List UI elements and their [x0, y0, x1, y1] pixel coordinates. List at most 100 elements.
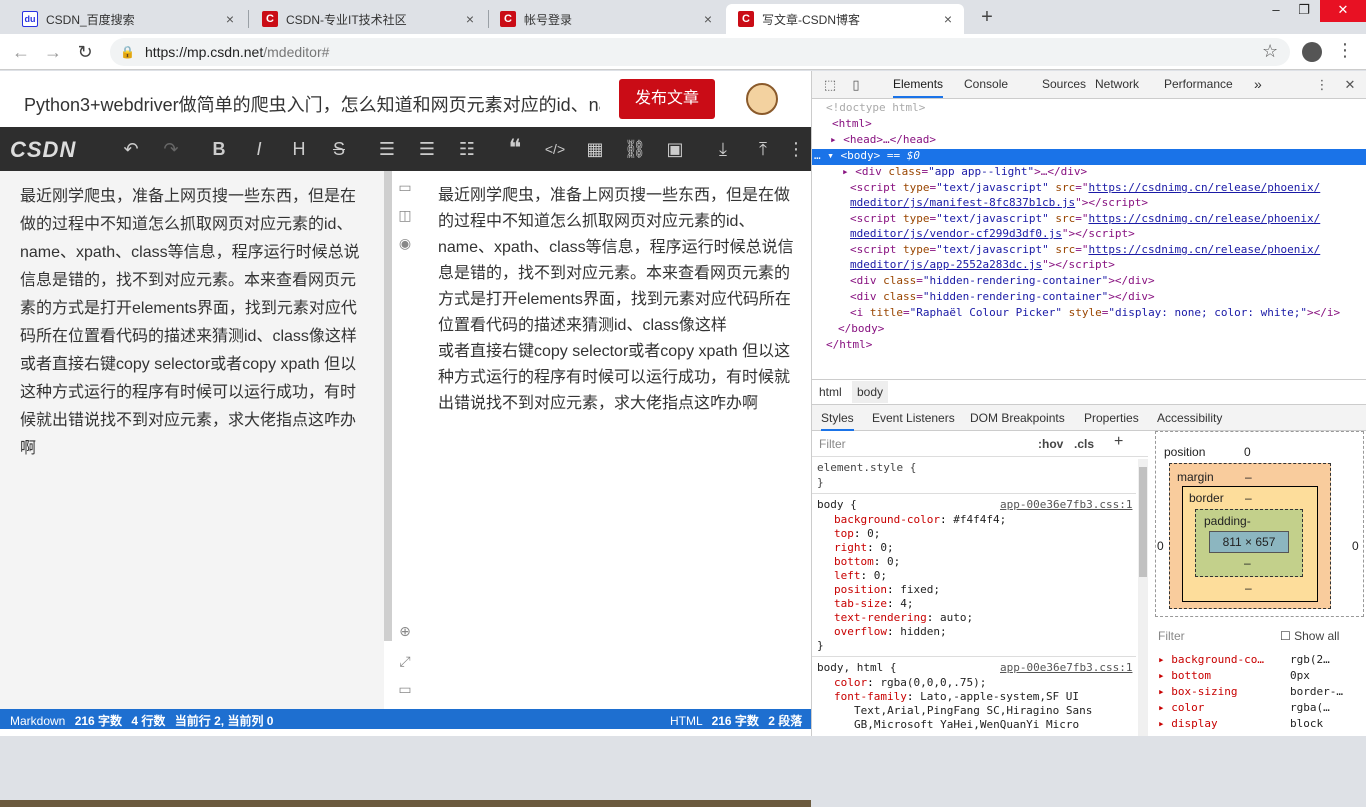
device-toolbar-icon[interactable]: ▯: [848, 77, 864, 93]
devtools-menu-icon[interactable]: ⋮: [1314, 77, 1330, 93]
tab-console[interactable]: Console: [964, 71, 1008, 98]
markdown-text[interactable]: 最近刚学爬虫，准备上网页搜一些东西，但是在做的过程中不知道怎么抓取网页对应元素的…: [20, 183, 366, 463]
subtab-properties[interactable]: Properties: [1084, 411, 1139, 425]
computed-property-row[interactable]: ▸ background-co… rgb(2…: [1158, 653, 1330, 666]
body-html-rule-source-link[interactable]: app-00e36e7fb3.css:1: [1000, 661, 1132, 674]
dom-head[interactable]: ▸ <head>…</head>: [830, 133, 936, 146]
body-rule-source-link[interactable]: app-00e36e7fb3.css:1: [1000, 498, 1132, 511]
close-window-button[interactable]: ✕: [1320, 0, 1366, 22]
dom-script-manifest[interactable]: <script type="text/javascript" src="http…: [850, 181, 1320, 194]
css-property-row[interactable]: bottom: 0;: [834, 555, 900, 568]
new-tab-button[interactable]: +: [976, 6, 998, 28]
link-icon[interactable]: ⛓: [622, 137, 648, 161]
tab-sources[interactable]: Sources: [1042, 71, 1086, 98]
subtab-dom-breakpoints[interactable]: DOM Breakpoints: [970, 411, 1065, 425]
breadcrumb-body[interactable]: body: [852, 381, 889, 403]
computed-property-row[interactable]: ▸ box-sizing border-…: [1158, 685, 1343, 698]
css-property-row[interactable]: left: 0;: [834, 569, 887, 582]
more-tabs-icon[interactable]: »: [1254, 71, 1262, 98]
styles-scrollbar[interactable]: [1138, 459, 1148, 736]
restore-button[interactable]: ❐: [1290, 0, 1318, 22]
url-input[interactable]: 🔒 https://mp.csdn.net /mdeditor#: [110, 38, 1290, 66]
dom-body-close[interactable]: </body>: [838, 322, 884, 335]
directory-icon[interactable]: ▭: [396, 179, 414, 197]
italic-icon[interactable]: I: [246, 137, 272, 161]
more-icon[interactable]: ⋮: [786, 137, 806, 161]
subtab-accessibility[interactable]: Accessibility: [1157, 411, 1222, 425]
tab-performance[interactable]: Performance: [1164, 71, 1233, 98]
heading-icon[interactable]: H: [286, 137, 312, 161]
dom-div-app[interactable]: ▸ <div class="app app--light">…</div>: [842, 165, 1087, 178]
css-property-row[interactable]: GB,Microsoft YaHei,WenQuanYi Micro: [854, 718, 1079, 731]
element-style-rule[interactable]: element.style {: [817, 461, 916, 474]
dom-hidden-div-2[interactable]: <div class="hidden-rendering-container">…: [850, 290, 1155, 303]
css-property-row[interactable]: position: fixed;: [834, 583, 940, 596]
css-property-row[interactable]: tab-size: 4;: [834, 597, 913, 610]
tab-csdn-home[interactable]: C CSDN-专业IT技术社区 ×: [250, 4, 486, 34]
help-icon[interactable]: ▭: [396, 681, 414, 699]
css-property-row[interactable]: top: 0;: [834, 527, 880, 540]
preview-eye-icon[interactable]: ◉: [396, 235, 414, 253]
close-devtools-icon[interactable]: ✕: [1342, 77, 1358, 93]
close-icon[interactable]: ×: [222, 11, 238, 27]
tab-baidu-search[interactable]: du CSDN_百度搜索 ×: [10, 4, 246, 34]
undo-icon[interactable]: ↶: [118, 137, 144, 161]
tab-login[interactable]: C 帐号登录 ×: [488, 4, 724, 34]
user-avatar[interactable]: [746, 83, 778, 115]
tab-write-article[interactable]: C 写文章-CSDN博客 ×: [726, 4, 964, 34]
split-view-icon[interactable]: ◫: [396, 207, 414, 225]
inspect-element-icon[interactable]: ⬚: [822, 77, 838, 93]
tab-elements[interactable]: Elements: [893, 71, 944, 98]
css-property-row[interactable]: overflow: hidden;: [834, 625, 947, 638]
publish-button[interactable]: 发布文章: [619, 79, 715, 119]
redo-icon[interactable]: ↷: [158, 137, 184, 161]
article-title-input[interactable]: Python3+webdriver做简单的爬虫入门，怎么知道和网页元素对应的id…: [24, 91, 600, 117]
profile-avatar-icon[interactable]: [1302, 42, 1322, 62]
close-icon[interactable]: ×: [700, 11, 716, 27]
css-property-row[interactable]: Text,Arial,PingFang SC,Hiragino Sans: [854, 704, 1092, 717]
computed-property-row[interactable]: ▸ bottom 0px: [1158, 669, 1310, 682]
subtab-event-listeners[interactable]: Event Listeners: [872, 411, 955, 425]
styles-filter-input[interactable]: Filter: [819, 437, 846, 451]
dom-hidden-div-1[interactable]: <div class="hidden-rendering-container">…: [850, 274, 1155, 287]
menu-kebab-icon[interactable]: ⋮: [1336, 40, 1354, 61]
breadcrumb-html[interactable]: html: [819, 385, 842, 399]
css-property-row[interactable]: right: 0;: [834, 541, 894, 554]
sync-scroll-icon[interactable]: ⊕: [396, 623, 414, 641]
dom-body-selected[interactable]: … ▾ <body> == $0: [812, 149, 1366, 165]
download-icon[interactable]: ⤓: [710, 137, 736, 161]
upload-icon[interactable]: ⤒: [750, 137, 776, 161]
markdown-input-pane[interactable]: 最近刚学爬虫，准备上网页搜一些东西，但是在做的过程中不知道怎么抓取网页对应元素的…: [0, 171, 384, 709]
computed-property-row[interactable]: ▸ display block: [1158, 717, 1323, 730]
forward-icon[interactable]: →: [42, 41, 64, 63]
tab-network[interactable]: Network: [1095, 71, 1139, 98]
show-all-checkbox[interactable]: ☐ Show all: [1280, 629, 1339, 643]
fullscreen-icon[interactable]: ⤢: [396, 653, 414, 671]
computed-property-row[interactable]: ▸ color rgba(…: [1158, 701, 1330, 714]
close-icon[interactable]: ×: [462, 11, 478, 27]
css-property-row[interactable]: background-color: #f4f4f4;: [834, 513, 1006, 526]
editor-scrollbar[interactable]: [384, 171, 392, 641]
task-list-icon[interactable]: ☷: [454, 137, 480, 161]
table-icon[interactable]: ▦: [582, 137, 608, 161]
bold-icon[interactable]: B: [206, 137, 232, 161]
dom-script-vendor[interactable]: <script type="text/javascript" src="http…: [850, 212, 1320, 225]
dom-script-app[interactable]: <script type="text/javascript" src="http…: [850, 243, 1320, 256]
image-icon[interactable]: ▣: [662, 137, 688, 161]
bookmark-star-icon[interactable]: ☆: [1262, 41, 1278, 62]
close-icon[interactable]: ×: [940, 11, 956, 27]
dom-i-colour-picker[interactable]: <i title="Raphaël Colour Picker" style="…: [850, 306, 1340, 319]
new-rule-button[interactable]: +: [1114, 433, 1123, 451]
css-property-row[interactable]: text-rendering: auto;: [834, 611, 973, 624]
dom-html-close[interactable]: </html>: [826, 338, 872, 351]
subtab-styles[interactable]: Styles: [821, 411, 854, 431]
ordered-list-icon[interactable]: ☰: [414, 137, 440, 161]
unordered-list-icon[interactable]: ☰: [374, 137, 400, 161]
back-icon[interactable]: ←: [10, 41, 32, 63]
hov-toggle[interactable]: :hov: [1038, 437, 1063, 451]
css-property-row[interactable]: color: rgba(0,0,0,.75);: [834, 676, 986, 689]
strikethrough-icon[interactable]: S: [326, 137, 352, 161]
code-icon[interactable]: </>: [542, 137, 568, 161]
cls-toggle[interactable]: .cls: [1074, 437, 1094, 451]
dom-html-open[interactable]: <html>: [832, 117, 872, 130]
